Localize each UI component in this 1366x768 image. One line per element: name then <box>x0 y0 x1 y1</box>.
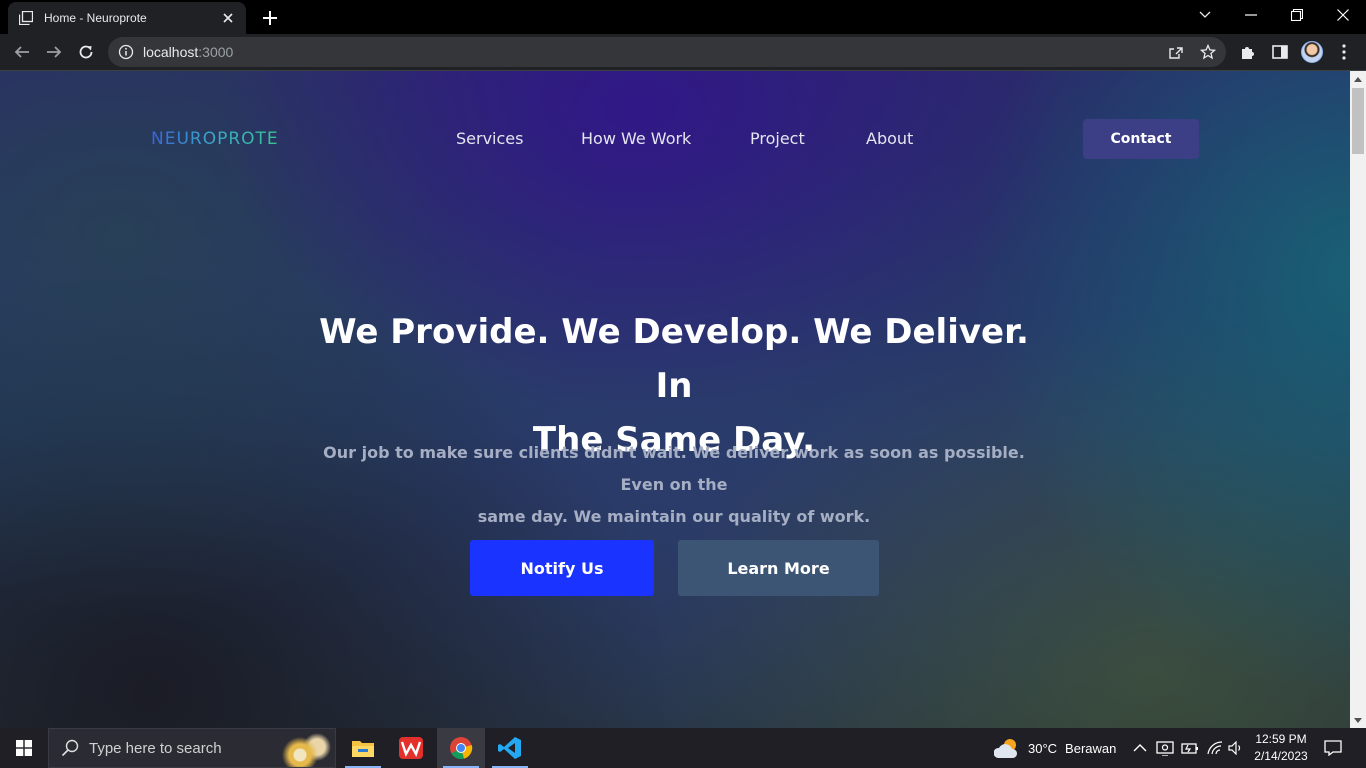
meet-now-icon[interactable] <box>1156 728 1174 768</box>
new-tab-icon[interactable] <box>258 6 282 30</box>
page-scrollbar[interactable] <box>1350 71 1366 728</box>
battery-icon[interactable] <box>1181 728 1199 768</box>
page-viewport: NEUROPROTE Services How We Work Project … <box>0 71 1350 728</box>
windows-taskbar: Type here to search 30°C Berawan 12:59 P… <box>0 728 1366 768</box>
hero-subtitle-line-2: same day. We maintain our quality of wor… <box>477 507 871 526</box>
browser-toolbar: localhost:3000 <box>0 34 1366 71</box>
volume-icon[interactable] <box>1228 728 1244 768</box>
scrollbar-thumb[interactable] <box>1352 88 1364 154</box>
scroll-up-arrow-icon[interactable] <box>1350 71 1366 87</box>
scroll-down-arrow-icon[interactable] <box>1350 712 1366 728</box>
url-text: localhost:3000 <box>143 44 234 60</box>
weather-widget[interactable]: 30°C Berawan <box>994 728 1116 768</box>
nav-about[interactable]: About <box>866 129 913 148</box>
hero-title-line-1: We Provide. We Develop. We Deliver. In <box>319 312 1029 406</box>
hero-subtitle: Our job to make sure clients didn't wait… <box>320 437 1028 533</box>
learn-more-button[interactable]: Learn More <box>678 540 879 596</box>
restore-icon[interactable] <box>1274 0 1320 30</box>
reload-icon[interactable] <box>72 38 100 66</box>
notifications-icon[interactable] <box>1324 728 1342 768</box>
browser-tab-active[interactable]: Home - Neuroprote <box>8 2 246 34</box>
share-icon[interactable] <box>1166 42 1186 62</box>
site-info-icon[interactable] <box>118 44 134 64</box>
weather-cloud-sun-icon <box>994 737 1020 759</box>
bookmark-star-icon[interactable] <box>1198 42 1218 62</box>
clock-time: 12:59 PM <box>1255 732 1307 746</box>
wps-office-icon[interactable] <box>387 728 435 768</box>
minimize-icon[interactable] <box>1228 0 1274 30</box>
browser-tab-strip: Home - Neuroprote <box>0 0 1366 34</box>
taskbar-clock[interactable]: 12:59 PM 2/14/2023 <box>1250 731 1312 765</box>
profile-avatar[interactable] <box>1301 41 1323 63</box>
chrome-menu-icon[interactable] <box>1330 38 1358 66</box>
show-hidden-icons-chevron-icon[interactable] <box>1133 728 1147 768</box>
wifi-icon[interactable] <box>1206 728 1224 768</box>
close-tab-icon[interactable] <box>220 10 236 26</box>
back-arrow-icon[interactable] <box>8 38 36 66</box>
search-icon <box>61 739 79 757</box>
tab-title: Home - Neuroprote <box>44 11 147 25</box>
forward-arrow-icon[interactable] <box>40 38 68 66</box>
side-panel-icon[interactable] <box>1266 38 1294 66</box>
tab-group-icon <box>18 10 34 26</box>
tab-search-chevron-icon[interactable] <box>1182 0 1228 30</box>
weather-temperature: 30°C <box>1028 740 1058 756</box>
nav-how-we-work[interactable]: How We Work <box>581 129 691 148</box>
address-bar[interactable]: localhost:3000 <box>108 37 1226 67</box>
vscode-icon[interactable] <box>486 728 534 768</box>
nav-services[interactable]: Services <box>456 129 523 148</box>
file-explorer-icon[interactable] <box>339 728 387 768</box>
search-placeholder: Type here to search <box>89 739 222 757</box>
extensions-puzzle-icon[interactable] <box>1234 38 1262 66</box>
clock-date: 2/14/2023 <box>1254 749 1308 763</box>
search-highlight-image <box>255 729 335 767</box>
notify-us-button[interactable]: Notify Us <box>470 540 654 596</box>
contact-button[interactable]: Contact <box>1083 119 1199 159</box>
site-logo[interactable]: NEUROPROTE <box>151 129 279 149</box>
weather-description: Berawan <box>1065 740 1117 756</box>
hero-subtitle-line-1: Our job to make sure clients didn't wait… <box>323 443 1025 494</box>
windows-start-icon[interactable] <box>0 728 48 768</box>
chrome-taskbar-icon[interactable] <box>437 728 485 768</box>
nav-project[interactable]: Project <box>750 129 805 148</box>
close-window-icon[interactable] <box>1320 0 1366 30</box>
taskbar-search-box[interactable]: Type here to search <box>48 728 336 768</box>
